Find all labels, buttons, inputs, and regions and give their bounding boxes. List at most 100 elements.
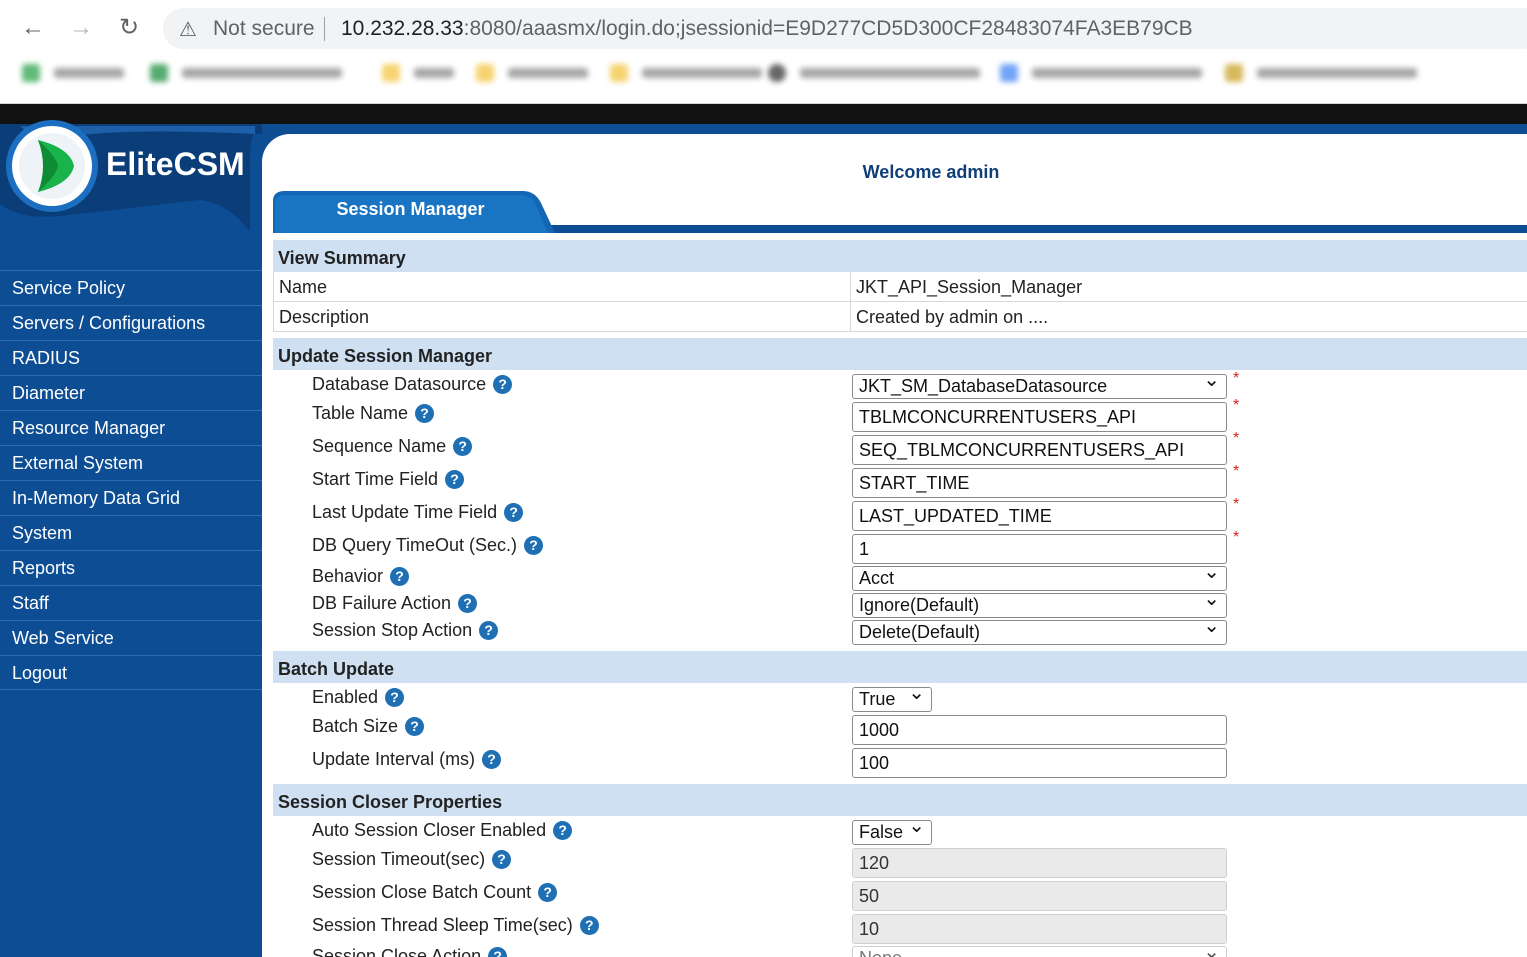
bookmark-item[interactable] (476, 64, 588, 86)
field-label: Session Close Action? (312, 946, 508, 957)
tab-label[interactable]: Session Manager (273, 199, 548, 220)
menu-item-servers-configurations[interactable]: Servers / Configurations (0, 305, 262, 340)
elitecsm-logo: EliteCSM (0, 104, 262, 244)
field-value: Delete(Default) (859, 622, 981, 642)
sidebar-menu: Service Policy Servers / Configurations RA… (0, 270, 262, 690)
field-input[interactable]: TBLMCONCURRENTUSERS_API (852, 402, 1227, 432)
field-label: Auto Session Closer Enabled? (312, 820, 573, 841)
field-select[interactable]: Delete(Default) ⌄ (852, 615, 1227, 645)
form-row: Sequence Name? SEQ_TBLMCONCURRENTUSERS_AP… (273, 430, 1527, 467)
form-row: Behavior? Acct ⌄ (273, 561, 1527, 593)
field-input[interactable]: START_TIME (852, 468, 1227, 498)
menu-item-system[interactable]: System (0, 515, 262, 550)
bookmark-item[interactable] (1000, 64, 1202, 86)
address-bar[interactable]: ⚠ Not secure 10.232.28.33:8080/aaasmx/lo… (163, 8, 1527, 49)
form-row: Auto Session Closer Enabled? False ⌄ (273, 815, 1527, 847)
field-input[interactable]: LAST_UPDATED_TIME (852, 501, 1227, 531)
field-label-text: Batch Size (312, 716, 399, 736)
bookmark-item[interactable] (22, 64, 124, 86)
field-label-text: Session Close Action (312, 946, 482, 957)
help-icon[interactable]: ? (405, 717, 425, 736)
help-icon[interactable]: ? (482, 750, 502, 769)
help-icon[interactable]: ? (504, 503, 524, 522)
section-view-summary: View Summary (273, 240, 1527, 272)
field-label: Session Stop Action? (312, 620, 499, 641)
field-input[interactable]: 100 (852, 748, 1227, 778)
field-select[interactable]: Acct ⌄ (852, 561, 1227, 591)
help-icon[interactable]: ? (538, 883, 558, 902)
help-icon[interactable]: ? (492, 850, 512, 869)
form-row: Session Stop Action? Delete(Default) ⌄ (273, 615, 1527, 647)
bookmark-item[interactable] (382, 64, 454, 86)
url-text[interactable]: 10.232.28.33:8080/aaasmx/login.do;jsessi… (341, 17, 1193, 41)
forward-icon[interactable]: → (65, 12, 97, 44)
reload-icon[interactable]: ↻ (113, 12, 145, 44)
help-icon[interactable]: ? (458, 594, 478, 613)
field-label-text: Auto Session Closer Enabled (312, 820, 547, 840)
help-icon[interactable]: ? (553, 821, 573, 840)
field-input[interactable]: 1 (852, 534, 1227, 564)
help-icon[interactable]: ? (488, 947, 508, 957)
help-icon[interactable]: ? (479, 621, 499, 640)
menu-item-service-policy[interactable]: Service Policy (0, 270, 262, 305)
menu-item-radius[interactable]: RADIUS (0, 340, 262, 375)
help-icon[interactable]: ? (385, 688, 405, 707)
menu-item-resource-manager[interactable]: Resource Manager (0, 410, 262, 445)
help-icon[interactable]: ? (390, 567, 410, 586)
bookmark-item[interactable] (610, 64, 762, 86)
menu-item-logout[interactable]: Logout (0, 655, 262, 690)
bookmark-item[interactable] (150, 64, 342, 86)
form-row: Session Timeout(sec)? 120 (273, 847, 1527, 880)
field-label-text: Table Name (312, 403, 409, 423)
field-label-text: DB Failure Action (312, 593, 452, 613)
help-icon[interactable]: ? (415, 404, 435, 423)
name-label: Name (273, 272, 851, 301)
field-input: 120 (852, 848, 1227, 878)
bookmark-item[interactable] (768, 64, 980, 86)
warning-icon: ⚠ (179, 19, 197, 41)
help-icon[interactable]: ? (453, 437, 473, 456)
field-input[interactable]: 1000 (852, 715, 1227, 745)
bookmark-item[interactable] (1225, 64, 1417, 86)
field-value: False (859, 822, 904, 842)
help-icon[interactable]: ? (493, 375, 513, 394)
closer-fields: Auto Session Closer Enabled? False ⌄ Sessio… (273, 815, 1527, 957)
field-label: Last Update Time Field? (312, 502, 524, 523)
field-label: DB Query TimeOut (Sec.)? (312, 535, 544, 556)
field-label: Update Interval (ms)? (312, 749, 502, 770)
field-label: Start Time Field? (312, 469, 465, 490)
menu-item-diameter[interactable]: Diameter (0, 375, 262, 410)
update-fields: Database Datasource? JKT_SM_DatabaseDatas… (273, 369, 1527, 647)
menu-item-web-service[interactable]: Web Service (0, 620, 262, 655)
field-select[interactable]: JKT_SM_DatabaseDatasource ⌄ (852, 369, 1227, 399)
summary-row-name: Name JKT_API_Session_Manager (273, 272, 1527, 302)
field-select[interactable]: Ignore(Default) ⌄ (852, 588, 1227, 618)
required-marker: * (1233, 430, 1240, 447)
field-label: Session Thread Sleep Time(sec)? (312, 915, 599, 936)
field-label-text: Session Timeout(sec) (312, 849, 486, 869)
field-value: JKT_SM_DatabaseDatasource (859, 376, 1108, 396)
field-label: Session Timeout(sec)? (312, 849, 512, 870)
field-label-text: Update Interval (ms) (312, 749, 476, 769)
field-value: Ignore(Default) (859, 595, 980, 615)
security-label[interactable]: Not secure (213, 17, 315, 41)
section-batch-update: Batch Update (273, 651, 1527, 683)
name-value: JKT_API_Session_Manager (856, 277, 1083, 297)
help-icon[interactable]: ? (524, 536, 544, 555)
back-icon[interactable]: ← (17, 12, 49, 44)
menu-item-external-system[interactable]: External System (0, 445, 262, 480)
field-input[interactable]: SEQ_TBLMCONCURRENTUSERS_API (852, 435, 1227, 465)
chevron-down-icon: ⌄ (908, 815, 925, 837)
description-label: Description (273, 302, 851, 331)
help-icon[interactable]: ? (445, 470, 465, 489)
field-select[interactable]: False ⌄ (852, 815, 932, 845)
field-select[interactable]: True ⌄ (852, 682, 932, 712)
menu-item-staff[interactable]: Staff (0, 585, 262, 620)
session-manager-form: View Summary Name JKT_API_Session_Manage… (273, 240, 1527, 957)
chevron-down-icon: ⌄ (1203, 561, 1220, 583)
form-row: Batch Size? 1000 (273, 714, 1527, 747)
menu-item-in-memory-data-grid[interactable]: In-Memory Data Grid (0, 480, 262, 515)
welcome-text: Welcome admin (862, 162, 1000, 182)
help-icon[interactable]: ? (579, 916, 599, 935)
menu-item-reports[interactable]: Reports (0, 550, 262, 585)
